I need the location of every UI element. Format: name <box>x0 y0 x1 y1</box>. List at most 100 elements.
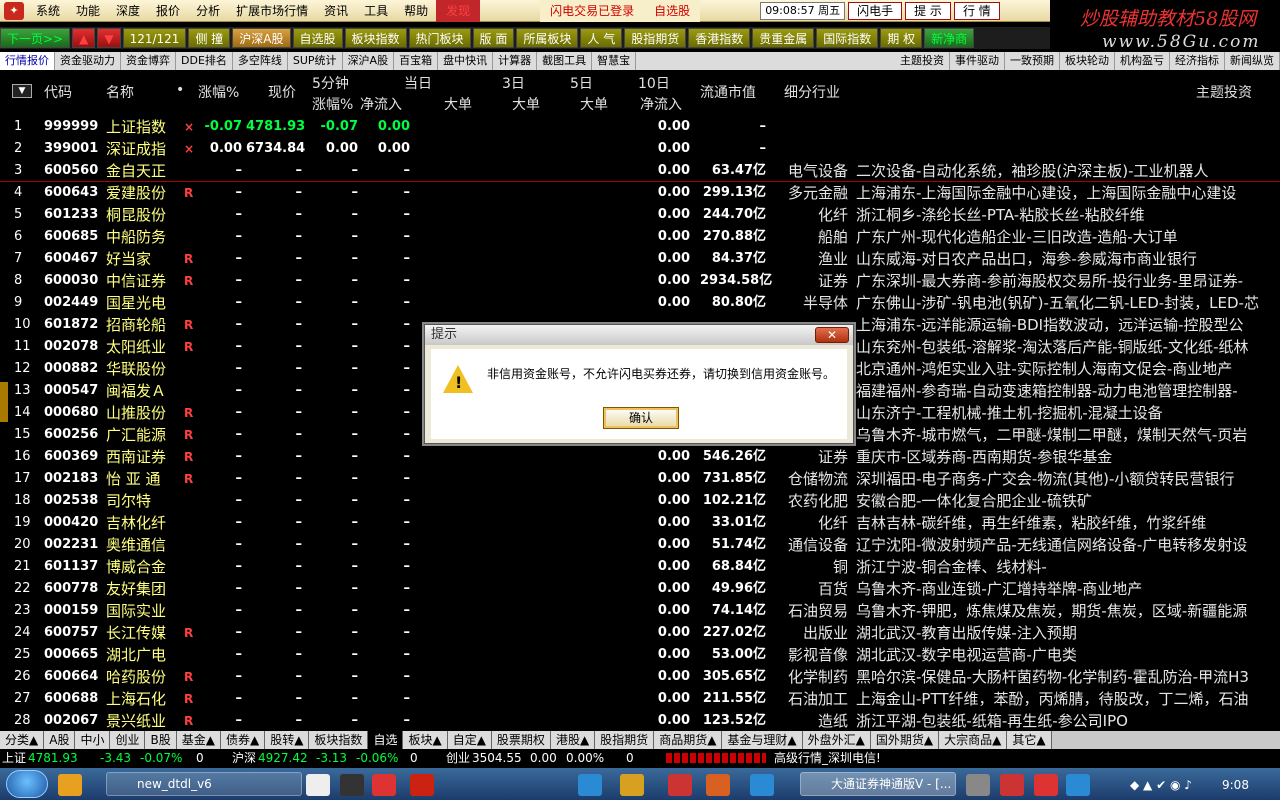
category-tab-6[interactable]: 债券▲ <box>220 731 266 749</box>
start-button-icon[interactable] <box>6 770 48 798</box>
table-row[interactable]: 26 600664 哈药股份 R – – – –0.00 305.65亿 化学制药 黑哈尔滨-保健品… <box>0 666 1280 688</box>
tab-left-4[interactable]: 多空阵线 <box>233 52 288 70</box>
table-row[interactable]: 21 601137 博威合金 – – – – 0.00 68.84亿 铜浙江宁波-铜合金棒、线材料… <box>0 556 1280 578</box>
toolbar-button-9[interactable]: 版 面 <box>472 28 515 48</box>
table-row[interactable]: 18 002538 司尔特 – – – – 0.00 102.21亿 农药化肥 安徽合肥-一体化复合… <box>0 490 1280 512</box>
category-tab-7[interactable]: 股转▲ <box>265 731 310 749</box>
category-tab-12[interactable]: 股票期权 <box>491 731 551 749</box>
col-netflow[interactable]: 净流入 <box>360 94 402 114</box>
table-row[interactable]: 24 600757 长江传媒 R – – – –0.00 227.02亿 出版业 湖北武汉-教育出版… <box>0 622 1280 644</box>
menu-tools[interactable]: 工具 <box>356 2 396 19</box>
tab-left-7[interactable]: 百宝箱 <box>394 52 439 70</box>
toolbar-button-6[interactable]: 自选股 <box>292 28 343 48</box>
menu-system[interactable]: 系统 <box>28 2 68 19</box>
category-tab-8[interactable]: 板块指数 <box>309 731 369 749</box>
menu-extended-market[interactable]: 扩展市场行情 <box>228 2 316 19</box>
table-row[interactable]: 27 600688 上海石化 R – – – –0.00 211.55亿 石油加工 上海金山-PTT… <box>0 688 1280 710</box>
app-lightning-icon[interactable] <box>410 774 434 796</box>
browser-icon[interactable] <box>578 774 602 796</box>
menu-analysis[interactable]: 分析 <box>188 2 228 19</box>
app-gray-icon[interactable] <box>966 774 990 796</box>
menu-help[interactable]: 帮助 <box>396 2 436 19</box>
dialog-close-button[interactable]: ✕ <box>815 327 849 343</box>
category-tab-14[interactable]: 股指期货 <box>595 731 655 749</box>
category-tab-0[interactable]: 分类▲ <box>0 731 45 749</box>
toolbar-button-5[interactable]: 沪深A股 <box>232 28 291 48</box>
tab-left-3[interactable]: DDE排名 <box>176 52 233 70</box>
table-row[interactable]: 25 000665 湖北广电 – – – – 0.00 53.00亿 影视音像 湖北武汉-数字电视运… <box>0 644 1280 666</box>
terminal-icon[interactable] <box>340 774 364 796</box>
col-industry[interactable]: 细分行业 <box>784 82 840 102</box>
category-tab-2[interactable]: 中小 <box>75 731 111 749</box>
menu-function[interactable]: 功能 <box>68 2 108 19</box>
toolbar-button-7[interactable]: 板块指数 <box>344 28 407 48</box>
category-tab-13[interactable]: 港股▲ <box>550 731 596 749</box>
tab-left-10[interactable]: 截图工具 <box>537 52 593 70</box>
sh-index-label[interactable]: 上证 <box>2 750 26 766</box>
col-5min-pct[interactable]: 涨幅% <box>312 94 353 114</box>
tab-right-6[interactable]: 新闻纵览 <box>1225 52 1280 70</box>
flash-hand-button[interactable]: 闪电手 <box>848 1 903 20</box>
dialog-ok-button[interactable]: 确认 <box>603 407 679 429</box>
col-price[interactable]: 现价 <box>268 82 296 102</box>
app-blue-icon[interactable] <box>1066 774 1090 796</box>
menu-quote[interactable]: 报价 <box>148 2 188 19</box>
tab-right-3[interactable]: 板块轮动 <box>1060 52 1115 70</box>
table-row[interactable]: 3 600560 金自天正 – – – – 0.00 63.47亿 电气设备 二次设备-自动化系统，… <box>0 160 1280 182</box>
taskbar-app-datong[interactable]: 大通证券神通版V - [... <box>800 772 956 796</box>
media-player-icon[interactable] <box>58 774 82 796</box>
app-red-icon[interactable] <box>372 774 396 796</box>
tab-left-1[interactable]: 资金驱动力 <box>55 52 121 70</box>
category-tab-19[interactable]: 大宗商品▲ <box>939 731 1008 749</box>
browser2-icon[interactable] <box>750 774 774 796</box>
app-orange-icon[interactable] <box>620 774 644 796</box>
table-row[interactable]: 22 600778 友好集团 – – – – 0.00 49.96亿 百货 乌鲁木齐-商业连锁-广汇… <box>0 578 1280 600</box>
tab-left-6[interactable]: 深沪A股 <box>343 52 395 70</box>
tab-left-8[interactable]: 盘中快讯 <box>438 52 494 70</box>
category-tab-20[interactable]: 其它▲ <box>1007 731 1052 749</box>
tab-right-4[interactable]: 机构盈亏 <box>1115 52 1170 70</box>
menu-info[interactable]: 资讯 <box>316 2 356 19</box>
toolbar-button-13[interactable]: 香港指数 <box>688 28 751 48</box>
tab-left-0[interactable]: 行情报价 <box>0 52 55 70</box>
tab-left-11[interactable]: 智慧宝 <box>592 52 637 70</box>
col-3day-big[interactable]: 大单 <box>512 94 540 114</box>
side-collapse-handle[interactable] <box>0 382 8 422</box>
taskbar-app-folder[interactable]: new_dtdl_v6 <box>106 772 302 796</box>
table-row[interactable]: 16 600369 西南证券 R – – – –0.00 546.26亿 证券 重庆市-区域券商-西… <box>0 446 1280 468</box>
col-5min[interactable]: 5分钟 <box>312 73 349 93</box>
col-5day-big[interactable]: 大单 <box>580 94 608 114</box>
table-row[interactable]: 5 601233 桐昆股份 – – – – 0.00 244.70亿 化纤 浙江桐乡-涤纶长丝-PT… <box>0 204 1280 226</box>
table-row[interactable]: 28 002067 景兴纸业 R – – – –0.00 123.52亿 造纸 浙江平湖-包装纸-纸… <box>0 710 1280 732</box>
menu-discover[interactable]: 发现 <box>436 0 481 22</box>
category-tab-17[interactable]: 外盘外汇▲ <box>802 731 871 749</box>
toolbar-button-14[interactable]: 贵重金属 <box>752 28 815 48</box>
table-row[interactable]: 2 399001 深证成指 × 0.00 6734.84 0.00 0.00 0.00– <box>0 138 1280 160</box>
category-tab-4[interactable]: B股 <box>145 731 177 749</box>
category-tab-16[interactable]: 基金与理财▲ <box>722 731 803 749</box>
tab-right-2[interactable]: 一致预期 <box>1005 52 1060 70</box>
toolbar-button-12[interactable]: 股指期货 <box>624 28 687 48</box>
tips-button[interactable]: 提 示 <box>905 1 951 20</box>
table-row[interactable]: 19 000420 吉林化纤 – – – – 0.00 33.01亿 化纤 吉林吉林-碳纤维，再生纤… <box>0 512 1280 534</box>
hs-index-label[interactable]: 沪深 <box>232 750 256 766</box>
category-tab-18[interactable]: 国外期货▲ <box>870 731 940 749</box>
col-name[interactable]: 名称 <box>106 82 134 102</box>
table-row[interactable]: 4 600643 爱建股份 R – – – –0.00 299.13亿 多元金融 上海浦东-上海国际… <box>0 182 1280 204</box>
toolbar-button-17[interactable]: 新净商 <box>924 28 975 48</box>
category-tab-9[interactable]: 自选 <box>368 731 404 749</box>
notepad-icon[interactable] <box>306 774 330 796</box>
toolbar-button-4[interactable]: 侧 撞 <box>188 28 231 48</box>
cy-index-label[interactable]: 创业 <box>446 750 470 766</box>
tray-icons[interactable]: ◆ ▲ ✔ ◉ ♪ <box>1130 778 1192 792</box>
category-tab-15[interactable]: 商品期货▲ <box>654 731 723 749</box>
category-tab-10[interactable]: 板块▲ <box>403 731 448 749</box>
app-orange2-icon[interactable] <box>706 774 730 796</box>
tab-right-0[interactable]: 主题投资 <box>895 52 950 70</box>
toolbar-button-3[interactable]: 121/121 <box>122 28 187 48</box>
table-row[interactable]: 6 600685 中船防务 – – – – 0.00 270.88亿 船舶 广东广州-现代化造船企业… <box>0 226 1280 248</box>
col-pct[interactable]: 涨幅% <box>198 82 239 102</box>
tab-left-9[interactable]: 计算器 <box>493 52 538 70</box>
quotes-button[interactable]: 行 情 <box>953 1 1000 20</box>
col-theme[interactable]: 主题投资 <box>1196 82 1252 102</box>
